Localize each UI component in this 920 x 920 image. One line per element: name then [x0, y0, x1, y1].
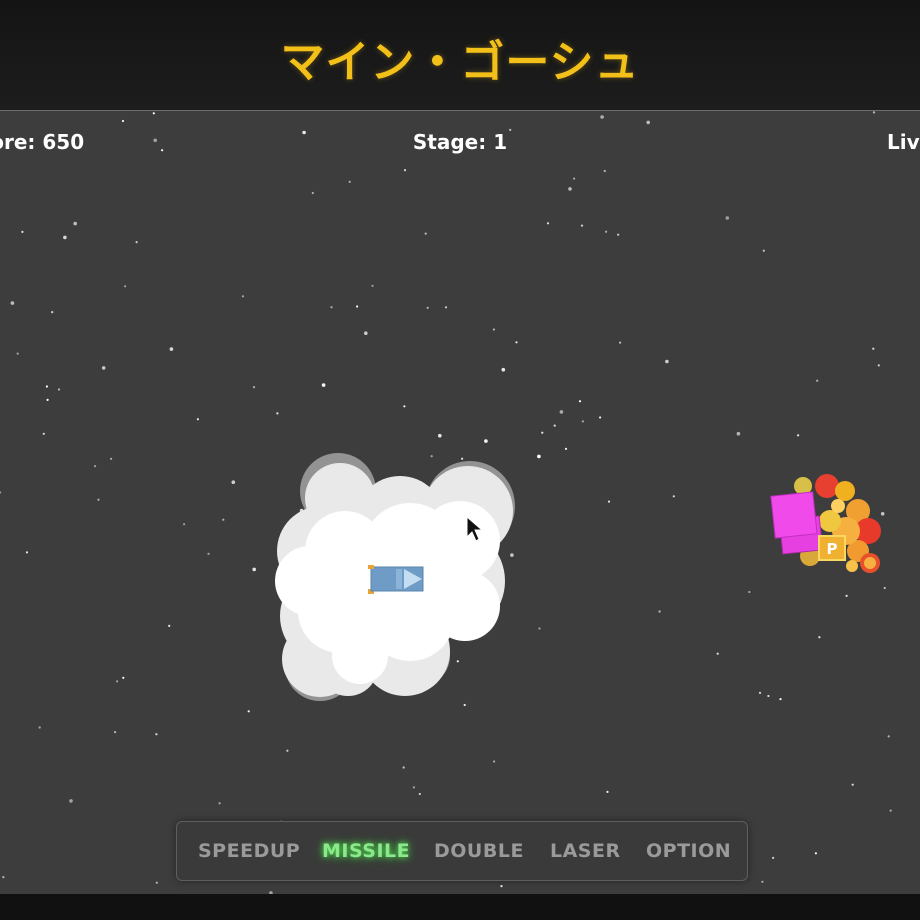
bottom-frame [0, 894, 920, 920]
stage-display: Stage: 1 [412, 130, 508, 154]
powerup-capsule-label: P [827, 540, 838, 558]
powerup-laser[interactable]: LASER [550, 840, 621, 862]
powerup-double[interactable]: DOUBLE [434, 840, 524, 862]
game-canvas[interactable]: P Score: 650 Stage: 1 Lives SPEEDUP MISS… [0, 111, 920, 894]
game-title: マイン・ゴーシュ [280, 37, 640, 88]
powerup-bar: SPEEDUP MISSILE DOUBLE LASER OPTION [176, 821, 748, 881]
powerup-speedup[interactable]: SPEEDUP [198, 840, 300, 862]
game-header: マイン・ゴーシュ [0, 0, 920, 111]
powerup-missile[interactable]: MISSILE [322, 840, 410, 862]
lives-display: Lives [887, 130, 920, 154]
powerup-capsule: P [818, 535, 846, 561]
powerup-option[interactable]: OPTION [646, 840, 731, 862]
